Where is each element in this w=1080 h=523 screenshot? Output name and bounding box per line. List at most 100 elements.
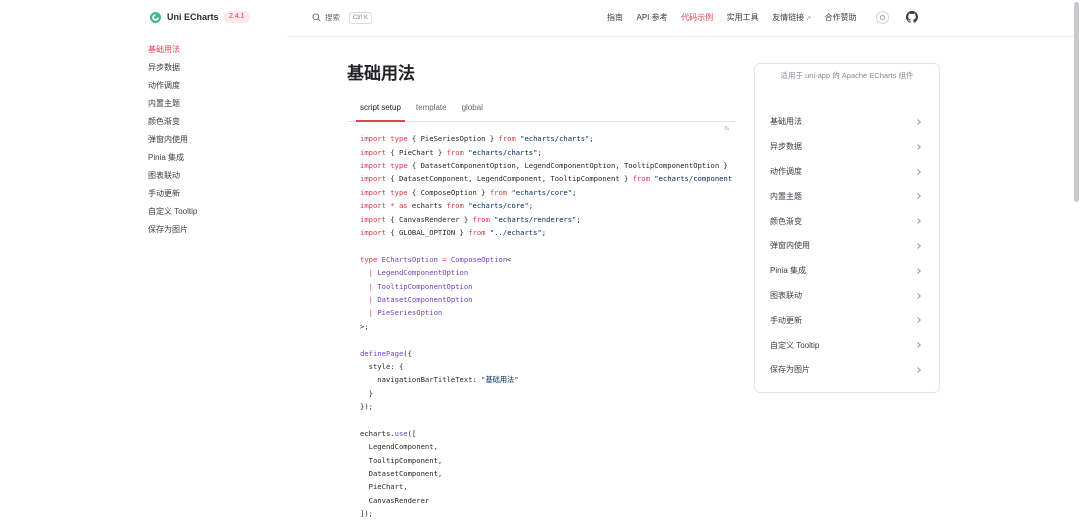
chevron-right-icon <box>915 292 921 299</box>
nav-item[interactable]: 友情链接 <box>772 12 811 23</box>
nav-item[interactable]: 代码示例 <box>681 12 713 23</box>
nav-item[interactable]: 合作赞助 <box>825 12 857 23</box>
code-line: type EChartsOption = ComposeOption< <box>360 253 732 266</box>
tab-script-setup[interactable]: script setup <box>356 98 405 122</box>
code-token: "../echarts" <box>489 228 542 238</box>
site-title[interactable]: Uni ECharts <box>167 12 219 23</box>
example-link[interactable]: 异步数据 <box>755 134 939 159</box>
nav-item-label: 指南 <box>607 13 623 22</box>
example-link-label: 基础用法 <box>770 117 802 127</box>
chevron-right-icon <box>915 342 921 348</box>
code-token: ]); <box>360 509 373 519</box>
example-link[interactable]: 颜色渐变 <box>755 209 939 234</box>
search-button[interactable]: 搜索 Ctrl K <box>312 10 372 25</box>
sidebar-item[interactable]: 手动更新 <box>148 189 197 199</box>
tab-template[interactable]: template <box>412 98 451 122</box>
chevron-right-icon <box>915 119 921 125</box>
search-icon <box>312 13 321 22</box>
example-link[interactable]: 动作调度 <box>755 159 939 184</box>
code-line: | TooltipComponentOption <box>360 280 732 293</box>
chevron-right-icon <box>915 317 921 324</box>
code-token: ({ <box>403 348 412 358</box>
code-token: from <box>489 187 508 197</box>
search-label: 搜索 <box>325 12 340 22</box>
code-token: type <box>390 134 408 144</box>
nav-item-label: 合作赞助 <box>824 13 857 22</box>
example-link-label: 动作调度 <box>770 167 802 177</box>
logo-icon[interactable] <box>150 12 161 23</box>
code-token: echarts. <box>360 428 395 438</box>
code-line: CanvasRenderer <box>360 494 732 507</box>
code-token: from <box>498 134 516 144</box>
theme-toggle-icon[interactable] <box>876 11 889 24</box>
code-token: type <box>360 254 378 264</box>
code-token: import <box>360 228 386 238</box>
example-link-label: 手动更新 <box>770 315 802 325</box>
code-token: "基础用法" <box>481 375 519 385</box>
example-link-label: 保存为图片 <box>770 365 810 375</box>
code-line: import { PieChart } from "echarts/charts… <box>360 146 732 159</box>
sidebar-item[interactable]: 自定义 Tooltip <box>148 207 197 217</box>
code-token: from <box>446 147 464 157</box>
code-token: from <box>472 214 490 224</box>
code-content[interactable]: import type { PieSeriesOption } from "ec… <box>360 132 732 520</box>
header-divider <box>287 36 1074 37</box>
example-link[interactable]: 自定义 Tooltip <box>755 333 939 358</box>
chevron-right-icon <box>915 193 921 200</box>
nav-item[interactable]: 指南 <box>607 12 623 23</box>
example-link[interactable]: 图表联动 <box>755 283 939 308</box>
code-line: DatasetComponent, <box>360 467 732 480</box>
example-link[interactable]: 保存为图片 <box>755 358 939 383</box>
code-line: style: { <box>360 360 732 373</box>
github-icon[interactable] <box>906 11 918 23</box>
sidebar-item[interactable]: 弹窗内使用 <box>148 135 197 145</box>
tab-global[interactable]: global <box>458 98 487 122</box>
code-line: }); <box>360 400 732 413</box>
code-token: navigationBarTitleText: <box>360 375 482 385</box>
code-token: TooltipComponentOption <box>377 281 473 291</box>
code-token: { DatasetComponent, LegendComponent, Too… <box>385 174 633 184</box>
search-shortcut: Ctrl K <box>349 11 372 24</box>
code-line: PieChart, <box>360 480 732 493</box>
example-link[interactable]: Pinia 集成 <box>755 258 939 283</box>
code-line: | LegendComponentOption <box>360 266 732 279</box>
code-line: LegendComponent, <box>360 440 732 453</box>
sidebar-item[interactable]: 颜色渐变 <box>148 117 197 127</box>
sidebar-item[interactable]: 保存为图片 <box>148 225 197 235</box>
sidebar-item[interactable]: 基础用法 <box>148 45 197 55</box>
code-token: EChartsOption <box>381 254 438 264</box>
code-token: echarts <box>407 201 447 211</box>
code-token: import <box>360 147 386 157</box>
chevron-right-icon <box>915 168 921 175</box>
code-line: import * as echarts from "echarts/core"; <box>360 199 732 212</box>
code-line: } <box>360 387 732 400</box>
example-link[interactable]: 弹窗内使用 <box>755 234 939 259</box>
sidebar-item[interactable]: Pinia 集成 <box>148 153 197 163</box>
example-link[interactable]: 手动更新 <box>755 308 939 333</box>
chevron-right-icon <box>915 367 921 373</box>
sidebar-item[interactable]: 图表联动 <box>148 171 197 181</box>
code-token: type <box>390 161 408 171</box>
code-line: import type { DatasetComponentOption, Le… <box>360 159 732 172</box>
theme-toggle-knob <box>880 15 885 20</box>
code-token: ; <box>576 214 581 224</box>
example-link[interactable]: 内置主题 <box>755 184 939 209</box>
sidebar-item[interactable]: 动作调度 <box>148 81 197 91</box>
nav-item[interactable]: 实用工具 <box>727 12 759 23</box>
example-link-label: 异步数据 <box>770 142 802 152</box>
sidebar-item[interactable]: 异步数据 <box>148 63 197 73</box>
page-scrollbar-thumb[interactable] <box>1074 2 1079 202</box>
code-token: "echarts/charts" <box>468 147 538 157</box>
nav-item-label: 实用工具 <box>726 13 759 22</box>
nav-item-label: 代码示例 <box>681 13 714 22</box>
example-link[interactable]: 基础用法 <box>755 110 939 135</box>
nav-item[interactable]: API 参考 <box>637 12 668 23</box>
sidebar-item[interactable]: 内置主题 <box>148 99 197 109</box>
code-token: use <box>394 428 408 438</box>
